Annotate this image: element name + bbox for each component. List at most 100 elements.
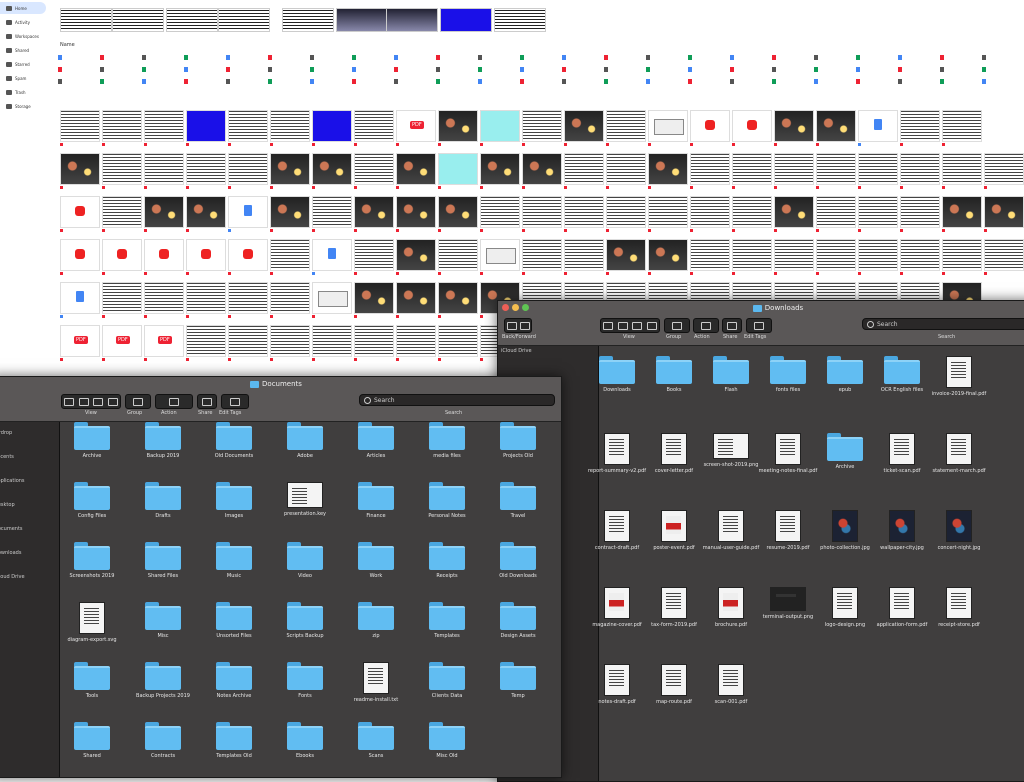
file-thumbnail[interactable] [900,239,940,271]
file-thumbnail[interactable] [564,196,604,228]
folder-item[interactable]: zip [344,602,408,639]
file-thumbnail[interactable] [102,196,142,228]
file-row[interactable] [604,64,646,74]
folder-item[interactable]: Projects Old [486,422,550,459]
folder-item[interactable]: Receipts [415,542,479,579]
folder-item[interactable]: Old Documents [202,422,266,459]
file-thumbnail[interactable] [606,239,646,271]
file-row[interactable] [940,76,982,86]
file-thumbnail[interactable] [186,282,226,314]
file-thumbnail[interactable] [60,325,100,357]
file-thumbnail[interactable] [228,153,268,185]
file-item[interactable]: receipt-store.pdf [927,587,991,628]
file-item[interactable]: poster-event.pdf [642,510,706,551]
folder-item[interactable]: Templates Old [202,722,266,759]
file-thumbnail[interactable] [564,153,604,185]
folder-item[interactable]: media files [415,422,479,459]
file-thumbnail[interactable] [186,153,226,185]
file-row[interactable] [394,64,436,74]
folder-item[interactable]: Finance [344,482,408,519]
column-view-icon[interactable] [93,397,104,406]
file-thumbnail[interactable] [312,110,352,142]
file-row[interactable] [898,52,940,62]
file-item[interactable]: cover-letter.pdf [642,433,706,474]
file-row[interactable] [184,52,226,62]
file-thumbnail[interactable] [144,325,184,357]
share-button[interactable] [722,318,742,333]
file-row[interactable] [100,52,142,62]
file-thumbnail[interactable] [60,239,100,271]
icon-view-icon[interactable] [603,321,614,330]
forward-icon[interactable] [519,321,530,330]
file-thumbnail[interactable] [774,110,814,142]
list-view-icon[interactable] [78,397,89,406]
search-field[interactable]: Search [359,394,555,406]
folder-item[interactable]: Personal Notes [415,482,479,519]
file-thumbnail[interactable] [564,110,604,142]
folder-item[interactable]: Backup 2019 [131,422,195,459]
folder-item[interactable]: Templates [415,602,479,639]
folder-item[interactable]: Unsorted Files [202,602,266,639]
file-row[interactable] [604,52,646,62]
file-thumbnail[interactable] [774,239,814,271]
file-thumbnail[interactable] [312,153,352,185]
gallery-view-icon[interactable] [646,321,657,330]
folder-item[interactable]: Design Assets [486,602,550,639]
file-thumbnail[interactable] [102,153,142,185]
sidebar-item-applications[interactable]: Applications [0,476,59,486]
file-thumbnail[interactable] [900,153,940,185]
file-row[interactable] [982,52,1024,62]
tags-button[interactable] [746,318,772,333]
folder-item[interactable]: Music [202,542,266,579]
file-thumbnail[interactable] [438,325,478,357]
file-thumbnail[interactable] [900,110,940,142]
file-item[interactable]: manual-user-guide.pdf [699,510,763,551]
sidebar-item-trash[interactable]: Trash [6,86,56,98]
file-row[interactable] [184,64,226,74]
finder-titlebar[interactable]: Downloads [498,301,1024,315]
file-thumbnail[interactable] [354,325,394,357]
finder-titlebar[interactable]: Documents [0,377,561,391]
folder-item[interactable]: Temp [486,662,550,699]
file-thumbnail[interactable] [270,196,310,228]
file-thumbnail[interactable] [312,239,352,271]
file-thumbnail[interactable] [648,110,688,142]
folder-item[interactable]: Images [202,482,266,519]
zoom-button[interactable] [522,304,529,311]
file-thumbnail[interactable] [522,110,562,142]
suggested-file-thumbnail[interactable] [112,8,164,32]
file-row[interactable] [688,64,730,74]
file-row[interactable] [730,76,772,86]
sidebar-item-documents[interactable]: Documents [0,524,59,534]
file-thumbnail[interactable] [522,153,562,185]
file-thumbnail[interactable] [102,239,142,271]
file-thumbnail[interactable] [480,110,520,142]
file-thumbnail[interactable] [522,196,562,228]
file-row[interactable] [478,64,520,74]
folder-item[interactable]: Tools [60,662,124,699]
share-button[interactable] [197,394,217,409]
file-row[interactable] [58,64,100,74]
suggested-file-thumbnail[interactable] [282,8,334,32]
folder-item[interactable]: Archive [60,422,124,459]
file-thumbnail[interactable] [438,196,478,228]
folder-item[interactable]: Screenshots 2019 [60,542,124,579]
file-row[interactable] [646,76,688,86]
file-item[interactable]: terminal-output.png [756,587,820,620]
file-row[interactable] [562,64,604,74]
folder-item[interactable]: Archive [813,433,877,470]
file-thumbnail[interactable] [648,239,688,271]
file-row[interactable] [310,76,352,86]
file-item[interactable]: meeting-notes-final.pdf [756,433,820,474]
column-name-header[interactable]: Name [60,42,75,48]
file-thumbnail[interactable] [942,196,982,228]
suggested-file-thumbnail[interactable] [218,8,270,32]
file-item[interactable]: presentation.key [273,482,337,517]
file-item[interactable]: screen-shot-2019.png [699,433,763,468]
file-thumbnail[interactable] [774,196,814,228]
file-thumbnail[interactable] [186,110,226,142]
file-thumbnail[interactable] [690,239,730,271]
file-row[interactable] [772,52,814,62]
file-item[interactable]: brochure.pdf [699,587,763,628]
sidebar-item-airdrop[interactable]: Airdrop [0,428,59,438]
